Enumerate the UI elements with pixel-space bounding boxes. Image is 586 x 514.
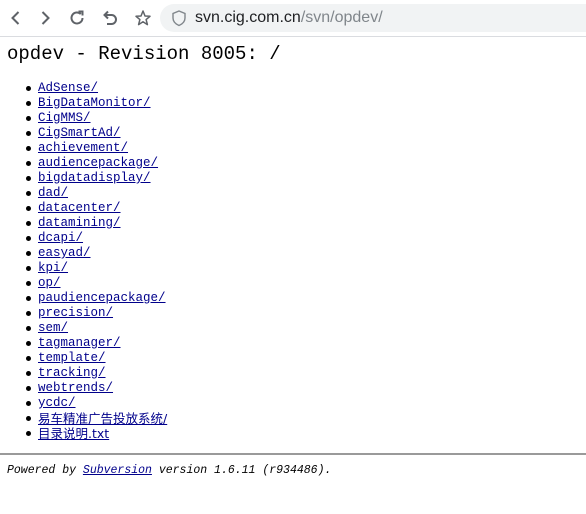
footer-suffix: version 1.6.11 (r934486). xyxy=(151,464,332,477)
list-item: template/ xyxy=(25,351,167,366)
list-item: kpi/ xyxy=(25,261,167,276)
reload-icon[interactable] xyxy=(65,6,89,30)
list-item: bigdatadisplay/ xyxy=(25,171,167,186)
shield-icon[interactable] xyxy=(170,9,188,27)
list-item: CigMMS/ xyxy=(25,111,167,126)
list-item: BigDataMonitor/ xyxy=(25,96,167,111)
list-item: sem/ xyxy=(25,321,167,336)
page-title: opdev - Revision 8005: / xyxy=(7,43,281,65)
entry-link[interactable]: datamining/ xyxy=(38,216,121,230)
entry-link[interactable]: paudiencepackage/ xyxy=(38,291,166,305)
star-icon[interactable] xyxy=(131,6,155,30)
entry-link[interactable]: achievement/ xyxy=(38,141,128,155)
entry-link[interactable]: kpi/ xyxy=(38,261,68,275)
url-path: /svn/opdev/ xyxy=(300,9,383,26)
list-item: dad/ xyxy=(25,186,167,201)
entry-link[interactable]: easyad/ xyxy=(38,246,91,260)
list-item: op/ xyxy=(25,276,167,291)
entry-link[interactable]: dcapi/ xyxy=(38,231,83,245)
browser-toolbar: svn.cig.com.cn/svn/opdev/ xyxy=(0,0,586,37)
subversion-link[interactable]: Subversion xyxy=(83,464,152,477)
entry-link[interactable]: tracking/ xyxy=(38,366,106,380)
entry-link[interactable]: tagmanager/ xyxy=(38,336,121,350)
entry-link[interactable]: CigMMS/ xyxy=(38,111,91,125)
list-item: datamining/ xyxy=(25,216,167,231)
entry-link[interactable]: AdSense/ xyxy=(38,81,98,95)
entry-link[interactable]: 目录说明.txt xyxy=(38,426,109,441)
entry-link[interactable]: ycdc/ xyxy=(38,396,76,410)
list-item: AdSense/ xyxy=(25,81,167,96)
undo-icon[interactable] xyxy=(98,6,122,30)
entry-link[interactable]: template/ xyxy=(38,351,106,365)
entry-link[interactable]: webtrends/ xyxy=(38,381,113,395)
list-item: audiencepackage/ xyxy=(25,156,167,171)
list-item: tracking/ xyxy=(25,366,167,381)
entry-link[interactable]: precision/ xyxy=(38,306,113,320)
list-item: 目录说明.txt xyxy=(25,426,167,441)
footer: Powered by Subversion version 1.6.11 (r9… xyxy=(7,464,331,477)
footer-prefix: Powered by xyxy=(7,464,83,477)
list-item: datacenter/ xyxy=(25,201,167,216)
list-item: CigSmartAd/ xyxy=(25,126,167,141)
entry-link[interactable]: audiencepackage/ xyxy=(38,156,158,170)
entry-link[interactable]: dad/ xyxy=(38,186,68,200)
list-item: precision/ xyxy=(25,306,167,321)
footer-divider xyxy=(0,453,586,455)
entry-link[interactable]: bigdatadisplay/ xyxy=(38,171,151,185)
entry-link[interactable]: CigSmartAd/ xyxy=(38,126,121,140)
list-item: webtrends/ xyxy=(25,381,167,396)
list-item: easyad/ xyxy=(25,246,167,261)
list-item: achievement/ xyxy=(25,141,167,156)
list-item: dcapi/ xyxy=(25,231,167,246)
entry-link[interactable]: sem/ xyxy=(38,321,68,335)
list-item: tagmanager/ xyxy=(25,336,167,351)
list-item: paudiencepackage/ xyxy=(25,291,167,306)
directory-listing: AdSense/BigDataMonitor/CigMMS/CigSmartAd… xyxy=(0,81,167,441)
entry-link[interactable]: BigDataMonitor/ xyxy=(38,96,151,110)
url-host: svn.cig.com.cn xyxy=(195,9,301,26)
list-item: 易车精准广告投放系统/ xyxy=(25,411,167,426)
url-text[interactable]: svn.cig.com.cn/svn/opdev/ xyxy=(195,9,383,27)
list-item: ycdc/ xyxy=(25,396,167,411)
entry-link[interactable]: op/ xyxy=(38,276,61,290)
back-icon[interactable] xyxy=(4,6,28,30)
entry-link[interactable]: 易车精准广告投放系统/ xyxy=(38,411,167,426)
forward-icon[interactable] xyxy=(33,6,57,30)
entry-link[interactable]: datacenter/ xyxy=(38,201,121,215)
